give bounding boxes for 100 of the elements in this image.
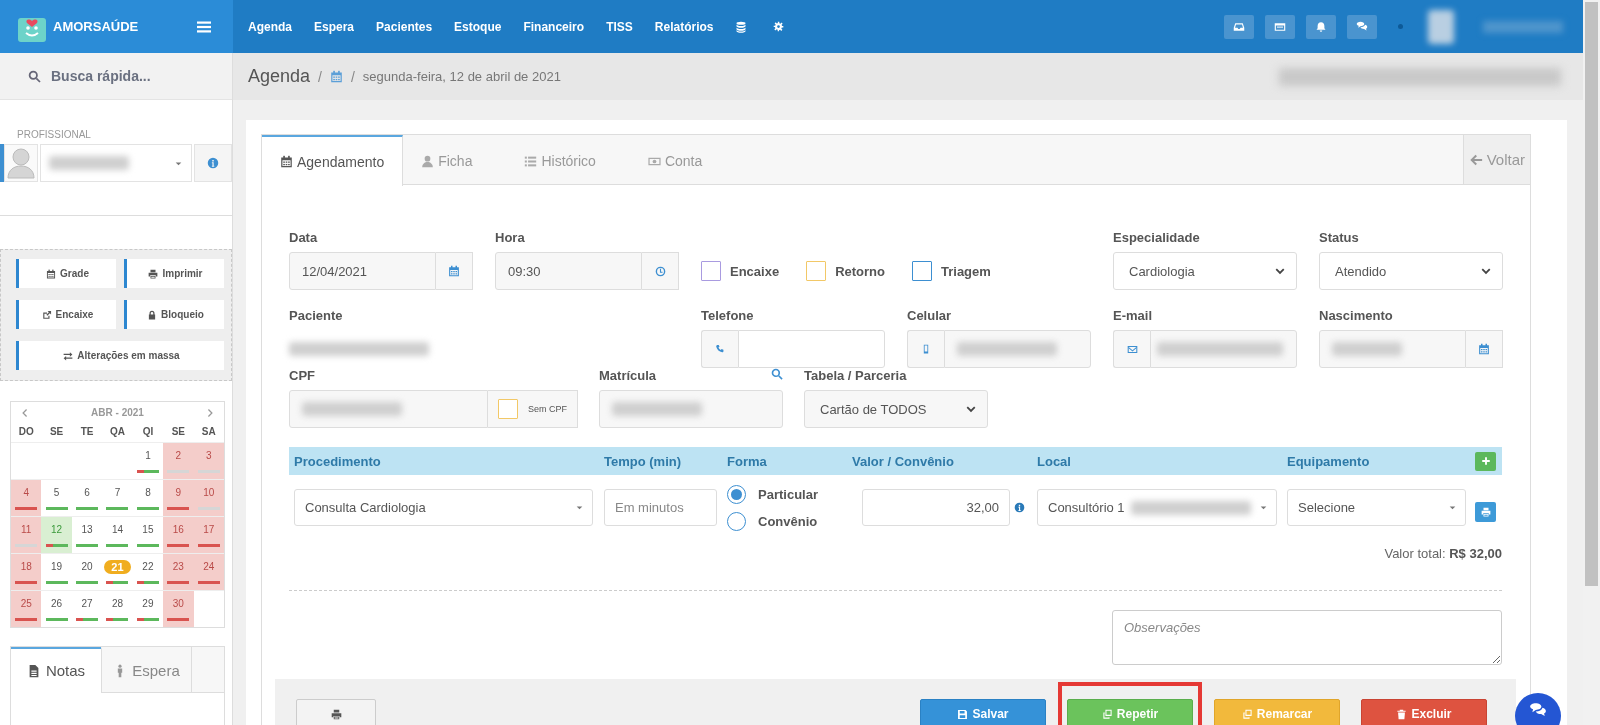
procedure-select[interactable]: Consulta Cardiologia (294, 489, 593, 526)
calendar-day[interactable]: 20 (77, 560, 97, 573)
print-button[interactable] (296, 699, 376, 725)
professional-select[interactable] (40, 144, 192, 182)
action-button[interactable]: Alterações em massa (16, 341, 224, 370)
nav-link[interactable]: TISS (606, 19, 633, 34)
minutes-field[interactable]: Em minutos (604, 489, 717, 526)
calendar-day[interactable]: 3 (202, 449, 216, 462)
checkbox[interactable] (701, 261, 721, 281)
calendar-day[interactable]: 19 (47, 560, 67, 573)
equipment-select[interactable]: Selecione (1287, 489, 1466, 526)
calendar-day[interactable]: 22 (138, 560, 158, 573)
copy-icon (1101, 708, 1113, 720)
time-field[interactable]: 09:30 (495, 252, 642, 290)
price-field[interactable]: 32,00 (862, 489, 1010, 526)
breadcrumb-date: segunda-feira, 12 de abril de 2021 (362, 69, 561, 84)
calendar-day[interactable]: 8 (141, 486, 155, 499)
checkbox-label: Triagem (941, 263, 991, 279)
calendar-day[interactable]: 1 (141, 449, 155, 462)
breadcrumb-separator: / (318, 68, 322, 85)
info-button[interactable] (194, 144, 232, 182)
notes-field[interactable]: Observações (1112, 610, 1502, 665)
specialty-select[interactable]: Cardiologia (1113, 252, 1297, 290)
field-label: Telefone (701, 308, 755, 325)
radio-button[interactable] (727, 512, 746, 531)
calendar-day[interactable]: 9 (171, 486, 186, 499)
printer-icon (1480, 507, 1491, 517)
action-button[interactable]: Encaixe (16, 300, 116, 329)
phone-field[interactable] (738, 330, 885, 368)
calendar-day[interactable]: 7 (110, 486, 125, 499)
occupancy-bar (76, 507, 99, 510)
date-field[interactable]: 12/04/2021 (289, 252, 436, 290)
location-select[interactable]: Consultório 1 (1037, 489, 1277, 526)
calendar-day[interactable]: 29 (138, 597, 158, 610)
occupancy-bar (45, 544, 68, 547)
partnership-select[interactable]: Cartão de TODOS (804, 390, 988, 428)
checkbox[interactable] (912, 261, 932, 281)
cpf-field[interactable] (289, 390, 488, 428)
inbox-icon (1233, 20, 1245, 33)
search-icon (28, 69, 41, 83)
plus-icon (1480, 456, 1491, 466)
tab[interactable]: Agendamento (262, 135, 404, 186)
field-label: Matrícula (599, 368, 657, 383)
select-value: Consultório 1 (1048, 500, 1125, 515)
next-month-button[interactable] (205, 407, 215, 418)
action-button[interactable]: Grade (16, 259, 116, 288)
total-value: Valor total: R$ 32,00 (1383, 546, 1502, 561)
calendar-day[interactable]: 26 (47, 597, 67, 610)
page-title: Agenda (248, 66, 311, 87)
occupancy-bar (76, 618, 99, 621)
nav-link[interactable]: Agenda (248, 19, 292, 34)
action-button[interactable]: Excluir (1361, 699, 1487, 725)
bell-icon (1315, 20, 1327, 33)
toolbar-button[interactable] (1265, 14, 1295, 39)
nav-link[interactable]: Financeiro (523, 19, 585, 34)
occupancy-bar (45, 618, 68, 621)
nav-link[interactable]: Relatórios (654, 19, 714, 34)
caret-icon (1448, 503, 1457, 512)
action-button[interactable]: Imprimir (124, 259, 224, 288)
nav-link[interactable]: Pacientes (376, 19, 433, 34)
nav-link[interactable]: Espera (314, 19, 355, 34)
occupancy-bar (136, 581, 159, 584)
occupancy-bar (167, 581, 190, 584)
checkbox[interactable] (498, 399, 518, 419)
mobile-field[interactable] (944, 330, 1091, 368)
nav-link[interactable]: Estoque (454, 19, 502, 34)
radio-button[interactable] (727, 485, 746, 504)
birth-date-field[interactable] (1319, 330, 1466, 368)
mobile-phone-icon (921, 344, 931, 354)
calendar-day[interactable]: 5 (49, 486, 64, 499)
radio-label: Convênio (758, 514, 818, 529)
toolbar-button[interactable] (1224, 14, 1254, 39)
phone-icon (715, 344, 725, 354)
calendar-day[interactable]: 15 (138, 523, 158, 536)
print-button[interactable] (1475, 502, 1496, 522)
calendar-day[interactable]: 2 (171, 449, 186, 462)
calendar-day[interactable]: 6 (80, 486, 94, 499)
occupancy-bar (106, 618, 129, 621)
search-icon (771, 368, 783, 380)
occupancy-bar (106, 507, 129, 510)
brand-name: AMORSAÚDE (53, 19, 139, 34)
calendar-day[interactable]: 14 (107, 523, 128, 536)
calendar-day[interactable]: 28 (107, 597, 128, 610)
registration-field[interactable] (599, 390, 783, 428)
action-button[interactable]: Bloqueio (124, 300, 224, 329)
toolbar-button[interactable] (1306, 14, 1336, 39)
add-button[interactable] (1475, 451, 1496, 471)
calendar-day[interactable]: 27 (77, 597, 97, 610)
status-select[interactable]: Atendido (1319, 252, 1503, 290)
checkbox[interactable] (806, 261, 827, 281)
email-field[interactable] (1150, 330, 1297, 368)
toolbar-button[interactable] (1347, 14, 1377, 39)
previous-month-button[interactable] (20, 407, 30, 418)
field-label: PROFISSIONAL (17, 129, 92, 140)
weekday-label: TE (79, 425, 95, 439)
calendar-icon (448, 265, 460, 277)
scrollbar-thumb[interactable] (1585, 2, 1598, 586)
field-label: Tabela / Parceria (804, 368, 908, 385)
field-label: Celular (907, 308, 953, 325)
calendar-day[interactable]: 13 (77, 523, 97, 536)
